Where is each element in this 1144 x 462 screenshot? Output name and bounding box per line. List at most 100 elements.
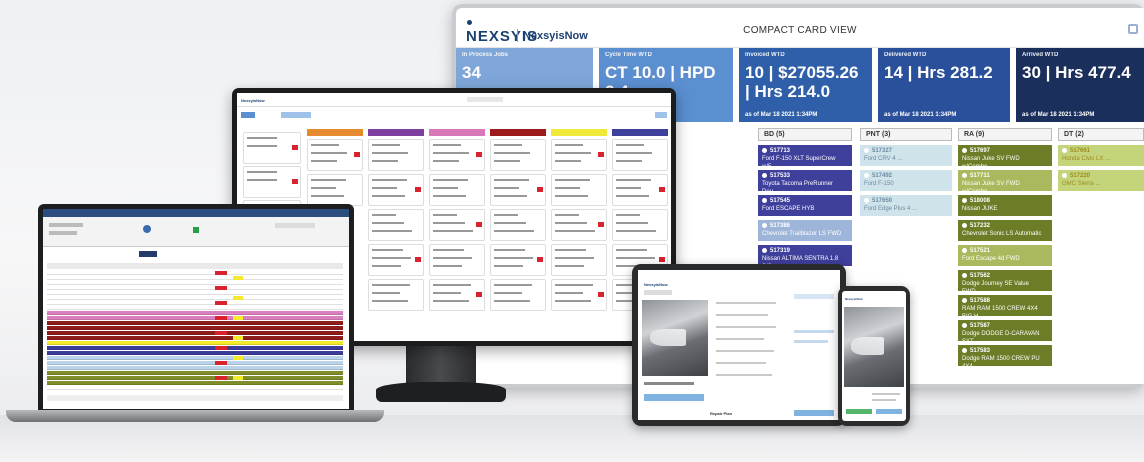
column-header[interactable]: PNT (3) <box>860 128 952 141</box>
job-card[interactable]: 517232 Chevrolet Sonic LS Automatic <box>958 220 1052 241</box>
monitor-job-card[interactable] <box>490 174 546 206</box>
monitor-job-card[interactable] <box>551 209 607 241</box>
monitor-job-card[interactable] <box>307 174 363 206</box>
tablet-save-button[interactable] <box>794 410 834 416</box>
monitor-job-card[interactable] <box>490 244 546 276</box>
monitor-job-card[interactable] <box>368 174 424 206</box>
job-card[interactable]: 517587Dodge DODGE D-CARAVAN SXT <box>958 320 1052 341</box>
table-row[interactable] <box>47 331 343 335</box>
tablet-side-button[interactable] <box>794 294 834 299</box>
table-row[interactable] <box>47 281 343 285</box>
monitor-job-card[interactable] <box>429 279 485 311</box>
table-row[interactable] <box>47 386 343 390</box>
table-row[interactable] <box>47 361 343 365</box>
kpi-tile[interactable]: Delivered WTD 14 | Hrs 281.2 as of Mar 18 … <box>878 48 1010 122</box>
monitor-column-header[interactable] <box>551 129 607 136</box>
monitor-job-card[interactable] <box>551 139 607 171</box>
monitor-job-card[interactable] <box>551 279 607 311</box>
table-row[interactable] <box>47 371 343 375</box>
job-card[interactable]: 517562Dodge Journey SE Value FWD... <box>958 270 1052 291</box>
laptop-active-tab[interactable] <box>139 251 157 257</box>
tablet-photo-tab[interactable] <box>644 290 672 295</box>
monitor-view-button[interactable] <box>655 112 667 118</box>
job-card[interactable]: 517521 Ford Escape 4d FWD <box>958 245 1052 266</box>
monitor-column-header[interactable] <box>307 129 363 136</box>
monitor-column-header[interactable] <box>612 129 668 136</box>
table-row[interactable] <box>47 366 343 370</box>
job-card[interactable]: 517583Dodge RAM 1500 CREW PU 4X4 <box>958 345 1052 366</box>
kpi-tile[interactable]: Arrived WTD 30 | Hrs 477.4 as of Mar 18 20… <box>1016 48 1144 122</box>
table-row[interactable] <box>47 276 343 280</box>
phone-confirm-button[interactable] <box>846 409 872 414</box>
table-row[interactable] <box>47 286 343 290</box>
table-row[interactable] <box>47 271 343 275</box>
job-card[interactable]: 517545 Ford ESCAPE HYB <box>758 195 852 216</box>
job-card[interactable]: 517588RAM RAM 1500 CREW 4X4 BIG H... <box>958 295 1052 316</box>
monitor-job-card[interactable] <box>490 209 546 241</box>
monitor-job-card[interactable] <box>612 174 668 206</box>
kpi-label: Delivered WTD <box>884 52 927 58</box>
monitor-job-card[interactable] <box>551 174 607 206</box>
monitor-job-card[interactable] <box>368 139 424 171</box>
column-header[interactable]: BD (5) <box>758 128 852 141</box>
monitor-job-card[interactable] <box>243 166 301 198</box>
phone-next-button[interactable] <box>876 409 902 414</box>
monitor-job-card[interactable] <box>368 209 424 241</box>
monitor-job-card[interactable] <box>490 279 546 311</box>
column-header[interactable]: DT (2) <box>1058 128 1144 141</box>
monitor-job-card[interactable] <box>429 244 485 276</box>
table-row[interactable] <box>47 291 343 295</box>
table-row[interactable] <box>47 311 343 315</box>
table-row[interactable] <box>47 376 343 380</box>
table-row[interactable] <box>47 346 343 350</box>
monitor-job-card[interactable] <box>429 209 485 241</box>
table-row[interactable] <box>47 306 343 310</box>
job-card[interactable]: 517533Toyota Tacoma PreRunner Dou... <box>758 170 852 191</box>
monitor-column-header[interactable] <box>429 129 485 136</box>
laptop-ribbon-icon[interactable] <box>143 225 151 233</box>
table-row[interactable] <box>47 341 343 345</box>
kpi-tile[interactable]: Invoiced WTD 10 | $27055.26 | Hrs 214.0 as… <box>739 48 872 122</box>
monitor-job-card[interactable] <box>612 209 668 241</box>
monitor-job-card[interactable] <box>368 244 424 276</box>
job-card[interactable]: 517492 Ford F-150 <box>860 170 952 191</box>
job-card[interactable]: 517713Ford F-150 XLT SuperCrew w/5... <box>758 145 852 166</box>
job-card[interactable]: 517650 Ford Edge Plus 4 ... <box>860 195 952 216</box>
job-card[interactable]: 518008 Nissan JUKE <box>958 195 1052 216</box>
monitor-job-card[interactable] <box>243 132 301 164</box>
monitor-search-input[interactable] <box>467 97 503 102</box>
table-row[interactable] <box>47 326 343 330</box>
monitor-job-card[interactable] <box>490 139 546 171</box>
table-row[interactable] <box>47 321 343 325</box>
job-card[interactable]: 517386 Chevrolet Trailblazer LS FWD <box>758 220 852 241</box>
column-header[interactable]: RA (9) <box>958 128 1052 141</box>
table-row[interactable] <box>47 356 343 360</box>
settings-icon[interactable] <box>1128 24 1138 34</box>
monitor-job-card[interactable] <box>612 139 668 171</box>
table-row[interactable] <box>47 301 343 305</box>
job-card[interactable]: 517661 Honda Civic LX ... <box>1058 145 1144 166</box>
table-row[interactable] <box>47 351 343 355</box>
job-card[interactable]: 517220 GMC Sierra ... <box>1058 170 1144 191</box>
monitor-job-card[interactable] <box>551 244 607 276</box>
job-card[interactable]: 517319Nissan ALTIMA SENTRA 1.8 S/S... <box>758 245 852 266</box>
monitor-column-header[interactable] <box>490 129 546 136</box>
laptop-ribbon-icon[interactable] <box>193 227 199 233</box>
monitor-filter-button[interactable] <box>281 112 311 118</box>
table-row[interactable] <box>47 336 343 340</box>
table-row[interactable] <box>47 296 343 300</box>
tablet-action-button[interactable] <box>644 394 704 401</box>
monitor-column-header[interactable] <box>368 129 424 136</box>
job-card[interactable]: 517711Nissan Juke SV FWD w/Combo... <box>958 170 1052 191</box>
monitor-tab-button[interactable] <box>241 112 255 118</box>
monitor-job-card[interactable] <box>429 139 485 171</box>
laptop-search-input[interactable] <box>275 223 315 228</box>
monitor-job-card[interactable] <box>307 139 363 171</box>
table-row[interactable] <box>47 381 343 385</box>
monitor-job-card[interactable] <box>368 279 424 311</box>
table-row[interactable] <box>47 316 343 320</box>
job-card[interactable]: 517327 Ford CRV 4 ... <box>860 145 952 166</box>
job-card[interactable]: 517697Nissan Juke SV FWD w/Combo... <box>958 145 1052 166</box>
monitor-job-card[interactable] <box>429 174 485 206</box>
repair-plan-label[interactable]: Repair Plan <box>710 411 732 416</box>
